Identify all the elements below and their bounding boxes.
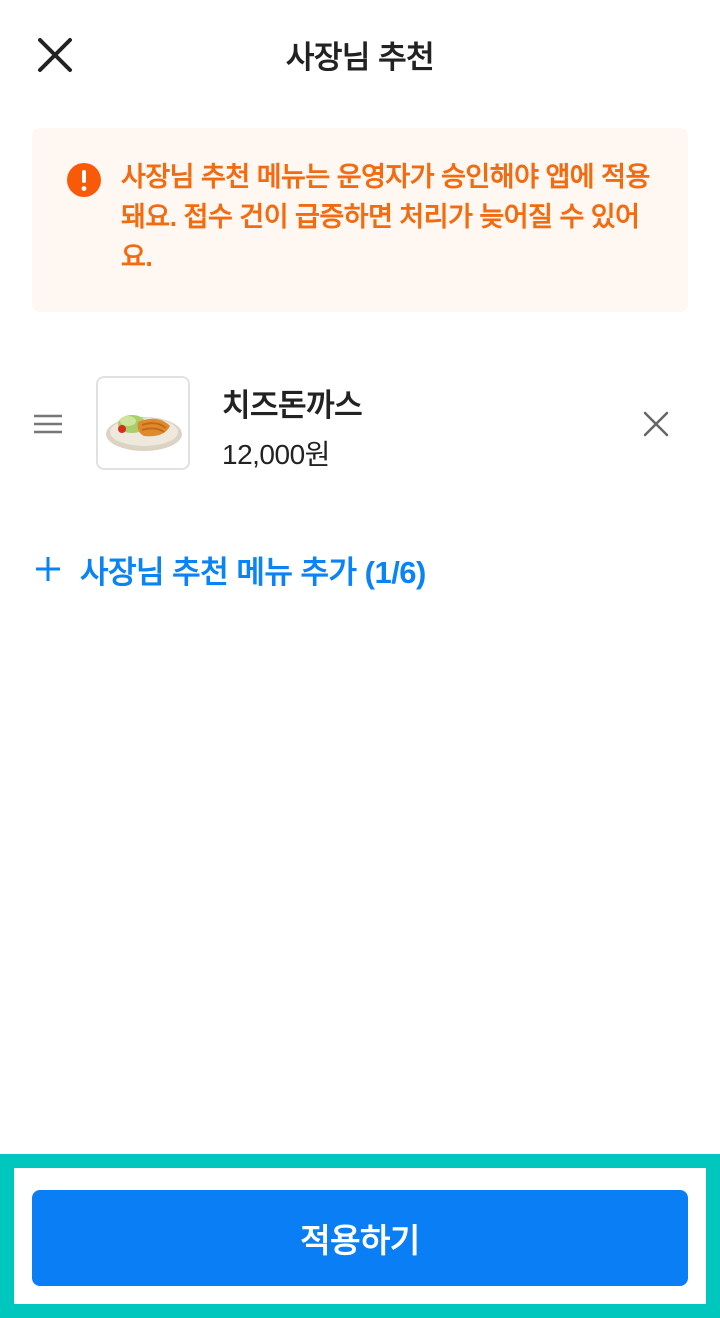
plus-icon (36, 557, 60, 581)
menu-item-price: 12,000원 (222, 439, 330, 470)
drag-handle-icon (34, 414, 62, 434)
bottom-action-bar: 적용하기 (0, 1154, 720, 1318)
menu-item: 치즈돈까스 12,000원 (0, 360, 720, 490)
page-title: 사장님 추천 (285, 40, 435, 75)
drag-handle[interactable] (30, 410, 66, 440)
add-menu-label: 사장님 추천 메뉴 추가 (1/6) (80, 554, 426, 590)
notice-text: 사장님 추천 메뉴는 운영자가 승인해야 앱에 적용돼요. 접수 건이 급증하면… (121, 162, 650, 272)
header: 사장님 추천 (0, 0, 720, 110)
notice-banner: 사장님 추천 메뉴는 운영자가 승인해야 앱에 적용돼요. 접수 건이 급증하면… (32, 128, 688, 312)
bottom-action-container: 적용하기 (14, 1168, 706, 1304)
close-icon (643, 411, 669, 437)
remove-menu-button[interactable] (636, 404, 676, 444)
food-thumbnail (106, 415, 182, 451)
add-recommended-menu-button[interactable]: 사장님 추천 메뉴 추가 (1/6) (30, 544, 426, 594)
apply-button[interactable]: 적용하기 (32, 1190, 688, 1286)
menu-thumbnail (96, 376, 190, 470)
menu-item-name: 치즈돈까스 (222, 388, 363, 423)
alert-circle-icon (67, 163, 101, 197)
